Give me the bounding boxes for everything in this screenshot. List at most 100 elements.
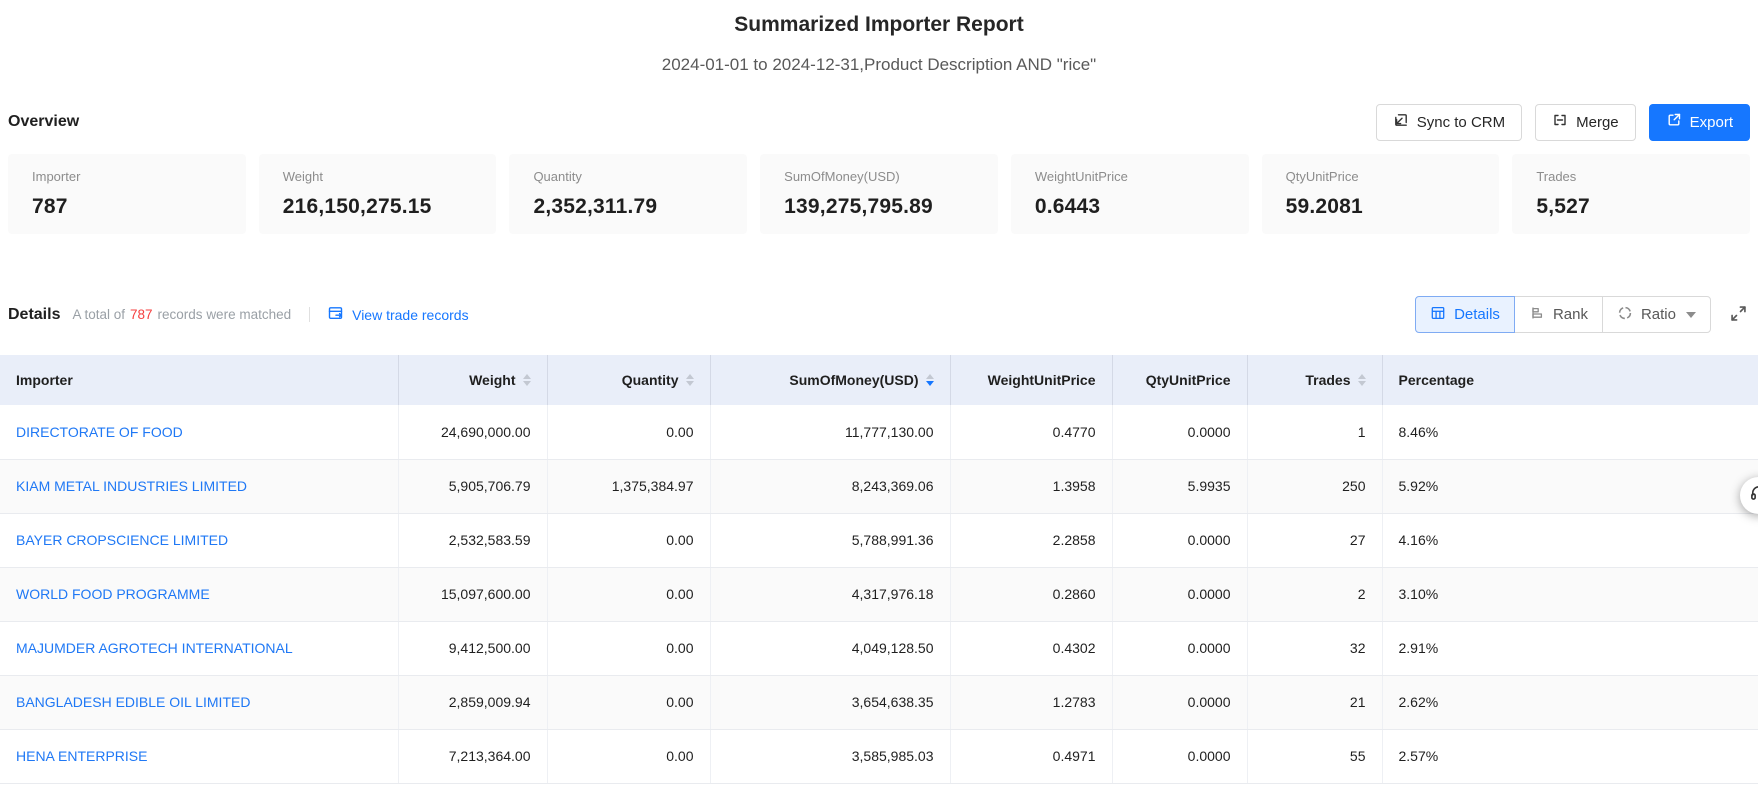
export-label: Export (1690, 114, 1733, 131)
cell-weight-unit-price: 1.2783 (950, 675, 1112, 729)
sync-to-crm-button[interactable]: Sync to CRM (1376, 104, 1522, 141)
stat-value: 5,527 (1536, 194, 1726, 219)
importer-link[interactable]: WORLD FOOD PROGRAMME (16, 586, 210, 602)
sort-icon (1358, 374, 1366, 387)
cell-qty-unit-price: 5.9935 (1112, 459, 1247, 513)
cell-quantity: 0.00 (547, 405, 710, 459)
cell-qty-unit-price: 0.0000 (1112, 567, 1247, 621)
cell-quantity: 1,375,384.97 (547, 459, 710, 513)
cell-weight-unit-price: 0.4302 (950, 621, 1112, 675)
cell-sum-of-money: 5,788,991.36 (710, 513, 950, 567)
cell-percentage: 3.10% (1382, 567, 1758, 621)
view-trade-records-label: View trade records (352, 307, 468, 323)
stat-label: WeightUnitPrice (1035, 169, 1225, 185)
export-button[interactable]: Export (1649, 104, 1750, 141)
overview-actions: Sync to CRM Merge Export (1376, 104, 1750, 141)
column-header-trades[interactable]: Trades (1247, 355, 1382, 405)
cell-weight: 5,905,706.79 (398, 459, 547, 513)
importer-link[interactable]: HENA ENTERPRISE (16, 748, 147, 764)
column-header-quantity[interactable]: Quantity (547, 355, 710, 405)
matched-count: 787 (125, 307, 158, 322)
cell-weight: 9,412,500.00 (398, 621, 547, 675)
expand-corners-icon (1729, 304, 1748, 326)
column-header-sum-of-money[interactable]: SumOfMoney(USD) (710, 355, 950, 405)
table-row: MAJUMDER AGROTECH INTERNATIONAL 9,412,50… (0, 621, 1758, 675)
stat-value: 787 (32, 194, 222, 219)
headset-icon (1749, 483, 1758, 508)
stat-card-weight: Weight 216,150,275.15 (259, 154, 497, 234)
overview-bar: Overview Sync to CRM Merge (0, 103, 1758, 141)
stat-label: QtyUnitPrice (1286, 169, 1476, 185)
cell-sum-of-money: 3,654,638.35 (710, 675, 950, 729)
export-icon (1666, 112, 1682, 132)
cell-trades: 32 (1247, 621, 1382, 675)
importer-link[interactable]: BANGLADESH EDIBLE OIL LIMITED (16, 694, 250, 710)
page-subtitle: 2024-01-01 to 2024-12-31,Product Descrip… (0, 53, 1758, 77)
summarized-importer-report-page: Summarized Importer Report 2024-01-01 to… (0, 0, 1758, 785)
cell-weight-unit-price: 1.3958 (950, 459, 1112, 513)
merge-label: Merge (1576, 114, 1619, 131)
sort-icon (686, 374, 694, 387)
cell-qty-unit-price: 0.0000 (1112, 513, 1247, 567)
bar-chart-icon (1529, 305, 1545, 325)
details-heading: Details (8, 306, 60, 324)
view-trade-records-link[interactable]: View trade records (328, 306, 468, 324)
stat-label: SumOfMoney(USD) (784, 169, 974, 185)
table-row: BANGLADESH EDIBLE OIL LIMITED 2,859,009.… (0, 675, 1758, 729)
stat-card-importer: Importer 787 (8, 154, 246, 234)
cell-percentage: 2.91% (1382, 621, 1758, 675)
column-header-qty-unit-price: QtyUnitPrice (1112, 355, 1247, 405)
column-header-weight[interactable]: Weight (398, 355, 547, 405)
cell-weight: 2,859,009.94 (398, 675, 547, 729)
cell-trades: 1 (1247, 405, 1382, 459)
cell-weight-unit-price: 0.4971 (950, 729, 1112, 783)
sync-to-crm-label: Sync to CRM (1417, 114, 1505, 131)
cell-qty-unit-price: 0.0000 (1112, 405, 1247, 459)
merge-button[interactable]: Merge (1535, 104, 1636, 141)
cell-quantity: 0.00 (547, 621, 710, 675)
importer-link[interactable]: KIAM METAL INDUSTRIES LIMITED (16, 478, 247, 494)
cell-sum-of-money: 3,585,985.03 (710, 729, 950, 783)
matched-records-text: A total of787records were matched (72, 307, 291, 322)
tab-ratio[interactable]: Ratio (1602, 296, 1711, 333)
importer-link[interactable]: BAYER CROPSCIENCE LIMITED (16, 532, 228, 548)
table-row: KIAM METAL INDUSTRIES LIMITED 5,905,706.… (0, 459, 1758, 513)
importer-link[interactable]: DIRECTORATE OF FOOD (16, 424, 183, 440)
dashed-circle-icon (1617, 305, 1633, 325)
table-row: WORLD FOOD PROGRAMME 15,097,600.00 0.00 … (0, 567, 1758, 621)
cell-percentage: 8.46% (1382, 405, 1758, 459)
cell-trades: 27 (1247, 513, 1382, 567)
stat-card-weight-unit-price: WeightUnitPrice 0.6443 (1011, 154, 1249, 234)
tab-details[interactable]: Details (1415, 296, 1515, 333)
importer-link[interactable]: MAJUMDER AGROTECH INTERNATIONAL (16, 640, 293, 656)
stat-label: Weight (283, 169, 473, 185)
tab-ratio-label: Ratio (1641, 306, 1676, 323)
tab-rank[interactable]: Rank (1514, 296, 1603, 333)
cell-percentage: 2.62% (1382, 675, 1758, 729)
cell-qty-unit-price: 0.0000 (1112, 729, 1247, 783)
sort-icon-active-desc (926, 374, 934, 387)
cell-percentage: 4.16% (1382, 513, 1758, 567)
column-header-percentage: Percentage (1382, 355, 1758, 405)
table-header-row: Importer Weight Quantity SumOfMoney(USD)… (0, 355, 1758, 405)
cell-quantity: 0.00 (547, 513, 710, 567)
chevron-down-icon (1686, 312, 1696, 318)
stat-card-quantity: Quantity 2,352,311.79 (509, 154, 747, 234)
cell-weight-unit-price: 0.2860 (950, 567, 1112, 621)
stat-label: Quantity (533, 169, 723, 185)
cell-sum-of-money: 4,317,976.18 (710, 567, 950, 621)
table-grid-icon (1430, 305, 1446, 325)
cell-weight: 24,690,000.00 (398, 405, 547, 459)
table-row: BAYER CROPSCIENCE LIMITED 2,532,583.59 0… (0, 513, 1758, 567)
cell-sum-of-money: 8,243,369.06 (710, 459, 950, 513)
tab-rank-label: Rank (1553, 306, 1588, 323)
column-header-importer: Importer (0, 355, 398, 405)
divider (309, 307, 310, 322)
fullscreen-button[interactable] (1727, 302, 1750, 328)
column-header-weight-unit-price: WeightUnitPrice (950, 355, 1112, 405)
cell-qty-unit-price: 0.0000 (1112, 621, 1247, 675)
sort-icon (523, 374, 531, 387)
tab-details-label: Details (1454, 306, 1500, 323)
view-mode-segmented-control: Details Rank Ratio (1415, 296, 1711, 333)
sync-to-crm-icon (1393, 112, 1409, 132)
